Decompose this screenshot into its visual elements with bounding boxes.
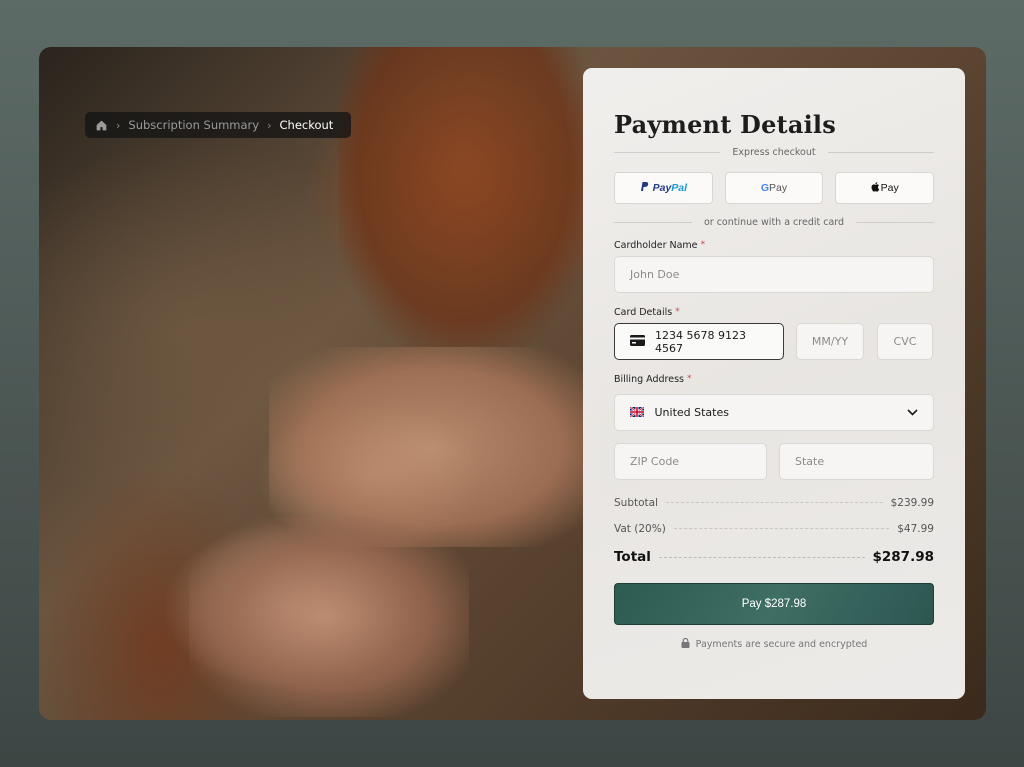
subtotal-row: Subtotal $239.99 (614, 497, 934, 509)
apple-pay-text: Pay (880, 182, 899, 194)
express-checkout-label: Express checkout (732, 147, 816, 158)
required-asterisk: * (700, 240, 706, 250)
card-details-label-text: Card Details (614, 307, 673, 318)
required-asterisk: * (687, 374, 692, 384)
vat-row: Vat (20%) $47.99 (614, 523, 934, 535)
credit-card-icon (630, 334, 645, 349)
breadcrumb: › Subscription Summary › Checkout (85, 112, 351, 138)
breadcrumb-checkout: Checkout (279, 118, 334, 132)
divider-line (614, 222, 692, 223)
billing-address-label: Billing Address * (614, 374, 692, 385)
card-expiry-placeholder: MM/YY (811, 335, 849, 348)
divider-line (827, 152, 934, 153)
state-input[interactable]: State (779, 443, 934, 480)
google-pay-button[interactable]: G Pay (724, 172, 824, 204)
cardholder-name-placeholder: John Doe (630, 268, 680, 281)
subtotal-value: $239.99 (890, 497, 934, 509)
google-logo-icon: G (760, 182, 770, 194)
billing-address-label-text: Billing Address (614, 374, 684, 385)
uk-flag-icon (630, 407, 644, 417)
country-selected: United States (630, 406, 729, 419)
google-pay-text: Pay (769, 182, 788, 194)
card-cvc-input[interactable]: CVC (877, 323, 933, 360)
photo-dress-area (339, 47, 589, 347)
cardholder-name-input[interactable]: John Doe (614, 256, 934, 293)
card-expiry-input[interactable]: MM/YY (796, 323, 864, 360)
lock-icon (681, 637, 690, 651)
chevron-right-icon: › (267, 118, 272, 132)
photo-face-area (189, 517, 469, 717)
paypal-logo-icon (640, 181, 649, 195)
vat-label: Vat (20%) (614, 523, 666, 535)
secure-note: Payments are secure and encrypted (583, 637, 965, 651)
vat-value: $47.99 (897, 523, 934, 535)
credit-card-divider: or continue with a credit card (614, 217, 935, 228)
leader-dots (658, 557, 865, 558)
leader-dots (666, 502, 883, 503)
continue-credit-card-label: or continue with a credit card (703, 217, 845, 228)
apple-pay-button[interactable]: Pay (835, 172, 935, 204)
country-value: United States (654, 406, 730, 419)
card-cvc-placeholder: CVC (893, 335, 917, 348)
total-label: Total (614, 549, 651, 565)
chevron-down-icon (907, 406, 918, 419)
secure-note-text: Payments are secure and encrypted (695, 639, 868, 650)
card-details-label: Card Details * (614, 307, 680, 318)
card-number-input[interactable]: 1234 5678 9123 4567 (614, 323, 784, 360)
zip-code-input[interactable]: ZIP Code (614, 443, 767, 480)
paypal-button[interactable]: Pay Pal (614, 172, 713, 204)
paypal-text-a: Pay (652, 182, 672, 194)
cardholder-name-label: Cardholder Name * (614, 240, 705, 251)
pay-button[interactable]: Pay $287.98 (614, 583, 934, 625)
apple-logo-icon (871, 181, 880, 195)
page-title: Payment Details (614, 110, 836, 139)
country-select[interactable]: United States (614, 394, 934, 431)
payment-panel: Payment Details Express checkout Pay Pal … (583, 68, 965, 699)
express-payment-buttons: Pay Pal G Pay Pay (614, 172, 935, 204)
breadcrumb-subscription-summary[interactable]: Subscription Summary (128, 118, 259, 132)
chevron-right-icon: › (116, 118, 121, 132)
paypal-text-b: Pal (671, 182, 688, 194)
zip-code-placeholder: ZIP Code (630, 455, 680, 468)
card-number-value: 1234 5678 9123 4567 (655, 328, 746, 355)
leader-dots (673, 528, 890, 529)
divider-line (856, 222, 935, 223)
subtotal-label: Subtotal (614, 497, 658, 509)
divider-line (614, 152, 721, 153)
express-checkout-divider: Express checkout (614, 147, 934, 158)
required-asterisk: * (675, 307, 680, 317)
home-icon[interactable] (95, 119, 108, 132)
total-value: $287.98 (872, 549, 935, 565)
state-placeholder: State (795, 455, 825, 468)
total-row: Total $287.98 (614, 549, 934, 565)
cardholder-name-label-text: Cardholder Name (614, 240, 698, 251)
